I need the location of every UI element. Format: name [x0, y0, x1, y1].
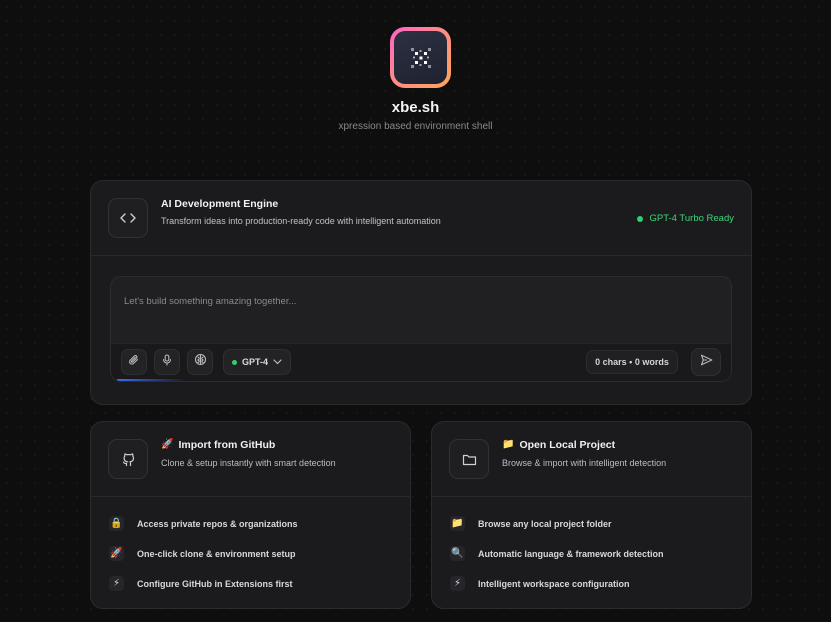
- model-status: GPT-4 Turbo Ready: [636, 213, 734, 224]
- voice-input-button[interactable]: [154, 349, 180, 375]
- app-title: xbe.sh: [391, 99, 440, 116]
- card-title: 🚀 Import from GitHub: [161, 439, 275, 451]
- magnifier-icon: 🔍: [450, 546, 465, 561]
- engine-title: AI Development Engine: [161, 198, 279, 210]
- lock-icon: 🔒: [109, 516, 124, 531]
- card-subtitle: Clone & setup instantly with smart detec…: [161, 458, 336, 468]
- model-label: GPT-4: [242, 357, 269, 367]
- chevron-down-icon: [273, 357, 282, 367]
- send-button[interactable]: [691, 348, 721, 376]
- feature-label: One-click clone & environment setup: [137, 548, 296, 559]
- feature-item: 📁 Browse any local project folder: [450, 516, 612, 531]
- feature-item: 🚀 One-click clone & environment setup: [109, 546, 296, 561]
- paperclip-icon: [128, 353, 140, 371]
- prompt-composer: GPT-4 0 chars • 0 words: [110, 276, 732, 382]
- send-icon: [700, 353, 713, 371]
- feature-item: ⚡ Configure GitHub in Extensions first: [109, 576, 293, 591]
- composer-toolbar: GPT-4 0 chars • 0 words: [111, 343, 731, 381]
- code-icon: [108, 198, 148, 238]
- github-icon: [108, 439, 148, 479]
- card-title-text: Open Local Project: [519, 439, 616, 451]
- model-select[interactable]: GPT-4: [223, 349, 291, 375]
- attach-button[interactable]: [121, 349, 147, 375]
- char-word-counter: 0 chars • 0 words: [586, 350, 678, 374]
- app-tagline: xpression based environment shell: [338, 121, 493, 132]
- card-subtitle: Browse & import with intelligent detecti…: [502, 458, 667, 468]
- import-github-card[interactable]: 🚀 Import from GitHub Clone & setup insta…: [90, 421, 411, 609]
- folder-icon: [449, 439, 489, 479]
- divider: [432, 496, 751, 497]
- divider: [91, 255, 751, 256]
- card-title-text: Import from GitHub: [178, 439, 276, 451]
- feature-label: Configure GitHub in Extensions first: [137, 578, 293, 589]
- feature-item: ⚡ Intelligent workspace configuration: [450, 576, 630, 591]
- feature-label: Automatic language & framework detection: [478, 548, 664, 559]
- open-local-project-card[interactable]: 📁 Open Local Project Browse & import wit…: [431, 421, 752, 609]
- app-logo: [390, 27, 451, 88]
- card-title: 📁 Open Local Project: [502, 439, 615, 451]
- prompt-input[interactable]: [124, 291, 684, 311]
- feature-item: 🔍 Automatic language & framework detecti…: [450, 546, 664, 561]
- status-label: GPT-4 Turbo Ready: [649, 213, 734, 224]
- engine-subtitle: Transform ideas into production-ready co…: [161, 216, 441, 226]
- rocket-icon: 🚀: [161, 439, 174, 450]
- feature-label: Access private repos & organizations: [137, 518, 298, 529]
- brain-icon: [194, 353, 207, 371]
- feature-label: Browse any local project folder: [478, 518, 612, 529]
- feature-item: 🔒 Access private repos & organizations: [109, 516, 298, 531]
- lightning-icon: ⚡: [109, 576, 124, 591]
- microphone-icon: [161, 353, 173, 371]
- reasoning-button[interactable]: [187, 349, 213, 375]
- feature-label: Intelligent workspace configuration: [478, 578, 630, 589]
- rocket-icon: 🚀: [109, 546, 124, 561]
- lightning-icon: ⚡: [450, 576, 465, 591]
- folder-icon: 📁: [450, 516, 465, 531]
- divider: [91, 496, 410, 497]
- logo-mark-icon: [394, 31, 447, 84]
- composer-focus-indicator: [117, 379, 187, 381]
- model-status-dot: [232, 359, 237, 365]
- ai-engine-panel: AI Development Engine Transform ideas in…: [90, 180, 752, 405]
- status-dot-icon: [636, 215, 643, 222]
- folder-icon: 📁: [502, 439, 515, 450]
